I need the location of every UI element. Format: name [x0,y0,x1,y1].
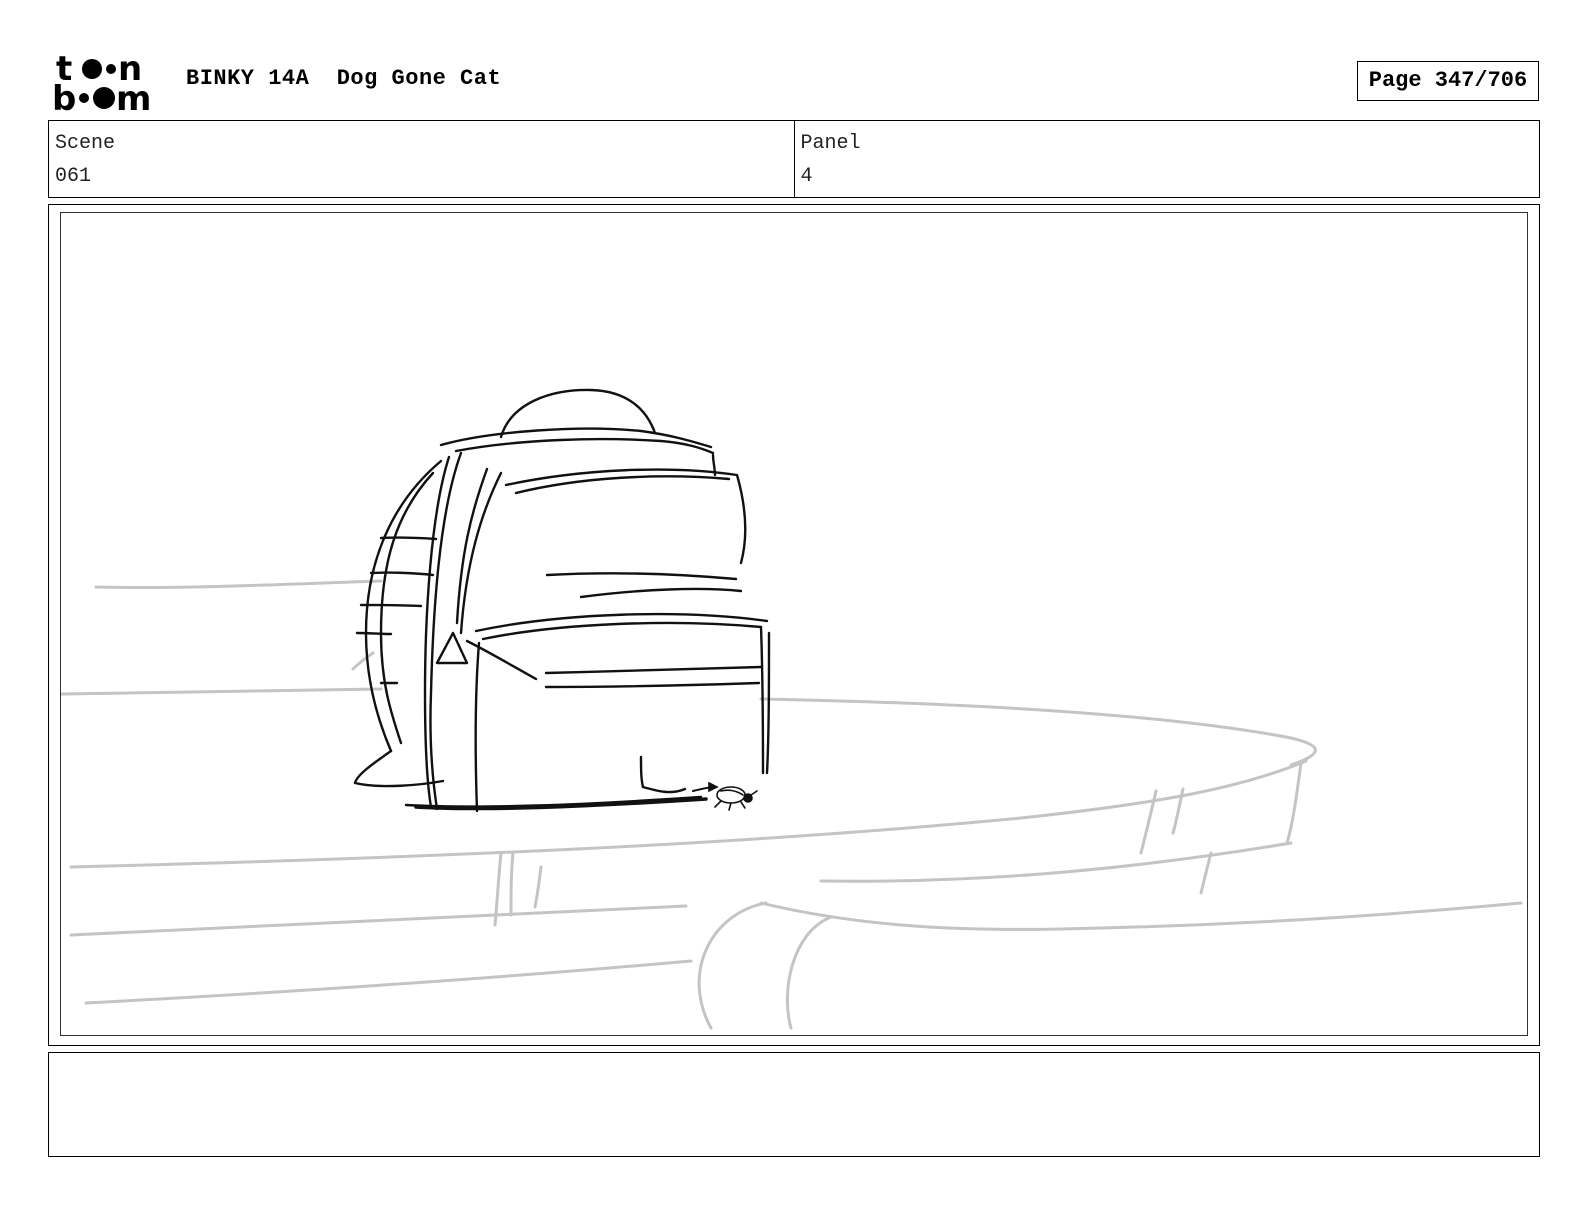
table-leg-curve-left [697,901,768,1030]
backpack-pocket-top-inner [481,621,763,641]
bug-leg [740,801,746,809]
logo-dot-small [106,64,116,74]
backpack-zip-pull [435,631,469,665]
table-rim-right [819,841,1293,883]
backpack-strap-bar [369,571,435,577]
backpack-front-line [579,587,743,599]
episode-title: Dog Gone Cat [336,66,502,91]
backpack-seam-foot [641,785,687,794]
panel-label: Panel [800,132,861,155]
table-leg-line [1285,761,1303,845]
panel-notes-box [48,1052,1540,1157]
logo-dot-small [79,93,89,103]
storyboard-drawing-area [60,212,1528,1036]
show-title: BINKY 14A [186,66,310,91]
table-lower-line [84,959,693,1005]
table-sketch [61,579,1523,1030]
table-base-line [759,901,1523,931]
backpack-front-top [545,572,738,581]
table-leg-line [1199,851,1213,895]
back-wall-line [94,579,383,590]
bug-leg [728,802,732,811]
strap-shadow [351,651,375,671]
table-rim-lower [69,904,688,937]
bug-antenna [750,790,758,796]
table-leg-line [509,851,515,917]
backpack-strap-bar [379,536,438,541]
backpack-zip-curve-inner [455,467,489,625]
logo-dot [93,87,115,109]
toonboom-logo: t n b m [52,49,164,119]
document-title: BINKY 14A Dog Gone Cat [186,66,501,91]
logo-dot [82,59,102,79]
scene-label: Scene [55,132,116,155]
backpack-pocket-top [474,612,769,633]
table-leg-curve-right [785,915,833,1030]
bug-sketch [692,781,758,811]
logo-letter-b: b [52,79,76,112]
page-number: Page 347/706 [1357,61,1539,101]
panel-value: 4 [800,165,813,188]
backpack-top [439,427,713,449]
table-leg-line [533,865,543,909]
backpack-strap-bar [359,603,423,608]
bug-arrow-head [708,781,719,793]
storyboard-sketch [61,388,1523,1030]
logo-letter-m: m [116,79,151,112]
backpack-seam [639,755,645,789]
table-top-edge [759,697,1317,767]
backpack-sketch [353,388,771,813]
scene-cell: Scene 061 [49,121,794,197]
scene-value: 061 [55,165,92,188]
scene-panel-info: Scene 061 Panel 4 [48,120,1540,198]
backpack-left-panel [429,451,463,811]
backpack-pocket-left [474,641,481,813]
backpack-flap [504,468,747,565]
backpack-top-inner [454,437,715,455]
backpack-pocket-line-lower [544,681,761,689]
panel-cell: Panel 4 [793,121,1540,197]
bug-shell-line [720,789,744,796]
table-front-edge [69,759,1308,869]
backpack-strap-bottom [353,749,445,788]
backpack-pocket-line [544,665,763,675]
storyboard-panel-frame [48,204,1540,1046]
backpack-zip-curve [459,471,503,635]
backpack-strap-bar [355,631,393,636]
backpack-right-edge [765,631,771,775]
back-wall-line-lower [61,687,383,696]
bug-leg [714,800,722,808]
backpack-flap-inner [514,475,731,495]
